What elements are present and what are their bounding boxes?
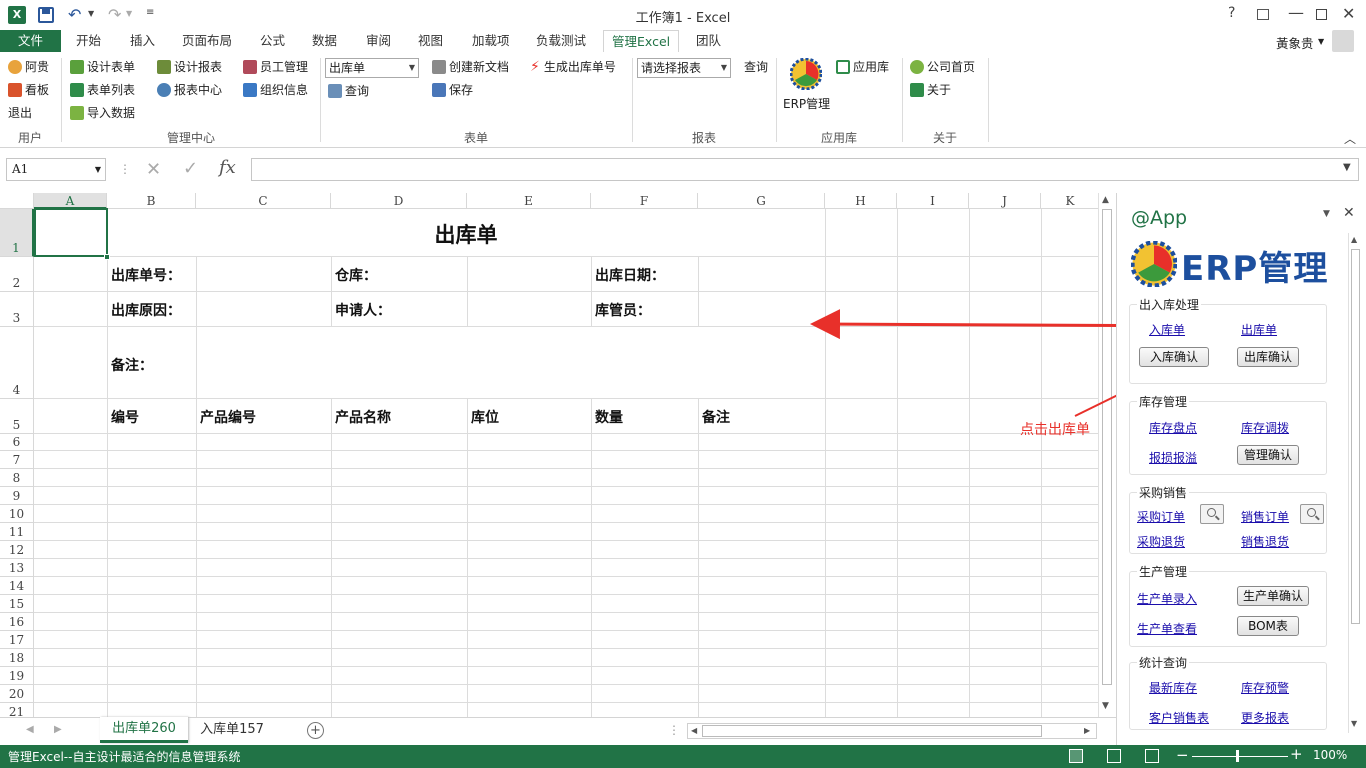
zoom-out-icon[interactable]: − <box>1176 746 1189 764</box>
production-view-link[interactable]: 生产单查看 <box>1137 620 1197 637</box>
erp-logo-icon <box>1131 241 1177 287</box>
app-task-pane: @App ▼ ✕ ERP管理 出入库处理 入库单 出库单 入库确认 出库确认 库… <box>1116 193 1366 745</box>
outbound-link[interactable]: 出库单 <box>1241 321 1277 338</box>
status-bar: 管理Excel--自主设计最适合的信息管理系统 − + 100% <box>0 745 1366 768</box>
pane-scrollbar[interactable]: ▲ ▼ <box>1348 233 1362 733</box>
erp-logo-text: ERP管理 <box>1181 249 1329 289</box>
manage-confirm-button[interactable]: 管理确认 <box>1237 445 1299 465</box>
zoom-slider-thumb[interactable] <box>1236 750 1239 762</box>
annotation-text: 点击出库单 <box>1020 422 1090 438</box>
zoom-in-icon[interactable]: + <box>1290 745 1303 763</box>
bom-button[interactable]: BOM表 <box>1237 616 1299 636</box>
scroll-down-icon[interactable]: ▼ <box>1351 719 1357 728</box>
production-entry-link[interactable]: 生产单录入 <box>1137 590 1197 607</box>
stock-alert-link[interactable]: 库存预警 <box>1241 679 1289 696</box>
group-title-production: 生产管理 <box>1137 563 1190 580</box>
scroll-up-icon[interactable]: ▲ <box>1351 235 1357 244</box>
group-title-stats: 统计查询 <box>1137 654 1190 671</box>
normal-view-icon[interactable] <box>1069 749 1083 763</box>
purchase-order-link[interactable]: 采购订单 <box>1137 508 1185 525</box>
customer-sales-link[interactable]: 客户销售表 <box>1149 709 1209 726</box>
production-confirm-button[interactable]: 生产单确认 <box>1237 586 1309 606</box>
stock-count-link[interactable]: 库存盘点 <box>1149 419 1197 436</box>
group-title-stock: 库存管理 <box>1137 393 1190 410</box>
group-title-inout: 出入库处理 <box>1137 296 1202 313</box>
sales-return-link[interactable]: 销售退货 <box>1241 533 1289 550</box>
pane-options-icon[interactable]: ▼ <box>1323 209 1330 219</box>
page-layout-view-icon[interactable] <box>1107 749 1121 763</box>
loss-overflow-link[interactable]: 报损报溢 <box>1149 449 1197 466</box>
outbound-confirm-button[interactable]: 出库确认 <box>1237 347 1299 367</box>
group-inout <box>1129 304 1327 384</box>
purchase-return-link[interactable]: 采购退货 <box>1137 533 1185 550</box>
pane-close-icon[interactable]: ✕ <box>1343 205 1355 221</box>
latest-stock-link[interactable]: 最新库存 <box>1149 679 1197 696</box>
sales-order-link[interactable]: 销售订单 <box>1241 508 1289 525</box>
group-title-purchase: 采购销售 <box>1137 484 1190 501</box>
status-text: 管理Excel--自主设计最适合的信息管理系统 <box>8 750 241 764</box>
zoom-slider[interactable] <box>1192 756 1288 757</box>
search-icon[interactable] <box>1300 504 1324 524</box>
pane-title: @App <box>1131 207 1188 229</box>
more-reports-link[interactable]: 更多报表 <box>1241 709 1289 726</box>
inbound-link[interactable]: 入库单 <box>1149 321 1185 338</box>
zoom-level[interactable]: 100% <box>1313 748 1347 762</box>
search-icon[interactable] <box>1200 504 1224 524</box>
stock-transfer-link[interactable]: 库存调拨 <box>1241 419 1289 436</box>
inbound-confirm-button[interactable]: 入库确认 <box>1139 347 1209 367</box>
page-break-view-icon[interactable] <box>1145 749 1159 763</box>
pane-scroll-thumb[interactable] <box>1351 249 1360 624</box>
